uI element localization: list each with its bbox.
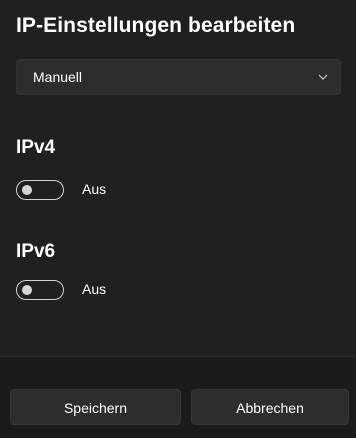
ipv4-toggle-switch[interactable] [16,180,64,200]
dropdown-selected-value: Manuell [33,69,83,85]
dialog-footer: Speichern Abbrechen [0,356,356,438]
ipv6-toggle-switch[interactable] [16,280,64,300]
ipv4-heading: IPv4 [16,137,56,158]
ipv4-toggle-state: Aus [82,181,107,197]
ipv6-toggle-row: Aus [16,278,216,302]
ipv6-heading: IPv6 [16,241,56,262]
save-button[interactable]: Speichern [10,389,181,425]
edit-ip-settings-dialog: IP-Einstellungen bearbeiten Manuell IPv4… [0,0,356,438]
dialog-title: IP-Einstellungen bearbeiten [16,14,296,37]
chevron-down-icon [318,74,328,80]
toggle-knob [22,185,32,195]
toggle-knob [22,285,32,295]
cancel-button[interactable]: Abbrechen [191,389,349,425]
ipv6-toggle-state: Aus [82,281,107,297]
ip-assignment-dropdown[interactable]: Manuell [16,59,341,95]
ipv4-toggle-row: Aus [16,178,216,202]
